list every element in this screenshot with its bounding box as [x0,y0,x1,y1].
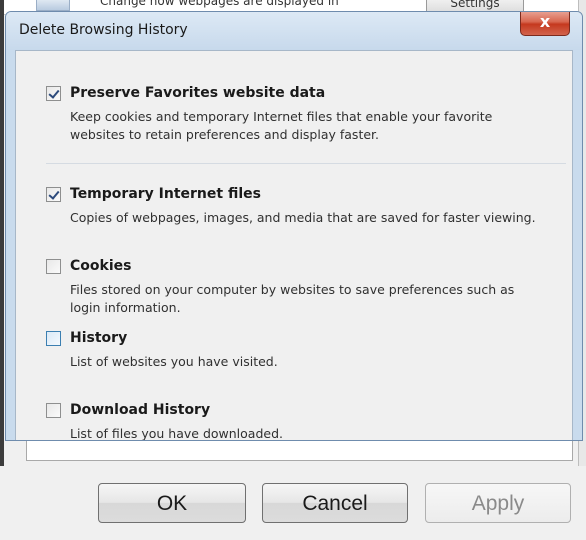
preserve-favorites-checkbox[interactable] [46,86,61,101]
apply-button[interactable]: Apply [425,483,571,523]
cookies-checkbox[interactable] [46,259,61,274]
window-left-edge [0,0,4,540]
delete-browsing-history-dialog: Delete Browsing History x Preserve Favor… [5,11,583,441]
dialog-titlebar[interactable]: Delete Browsing History x [6,12,582,50]
close-icon: x [539,12,551,31]
temporary-files-label[interactable]: Temporary Internet files [70,186,261,202]
dialog-title: Delete Browsing History [19,22,188,38]
cancel-button[interactable]: Cancel [262,483,408,523]
history-description: List of websites you have visited. [70,354,278,369]
cookies-label[interactable]: Cookies [70,258,131,274]
section-divider [46,163,566,164]
cookies-description: Files stored on your computer by website… [70,282,515,315]
temporary-files-description: Copies of webpages, images, and media th… [70,210,536,225]
display-settings-icon [36,0,70,11]
history-checkbox[interactable] [46,331,61,346]
background-top-text: Change how webpages are displayed in [100,0,339,8]
temporary-files-checkbox[interactable] [46,187,61,202]
history-label[interactable]: History [70,330,127,346]
download-history-description: List of files you have downloaded. [70,426,283,441]
download-history-checkbox[interactable] [46,403,61,418]
dialog-content: Preserve Favorites website data Keep coo… [15,50,573,441]
download-history-label[interactable]: Download History [70,402,210,418]
ok-button[interactable]: OK [98,483,246,523]
preserve-favorites-label[interactable]: Preserve Favorites website data [70,85,325,101]
preserve-favorites-description: Keep cookies and temporary Internet file… [70,109,493,142]
close-button[interactable]: x [520,12,570,36]
